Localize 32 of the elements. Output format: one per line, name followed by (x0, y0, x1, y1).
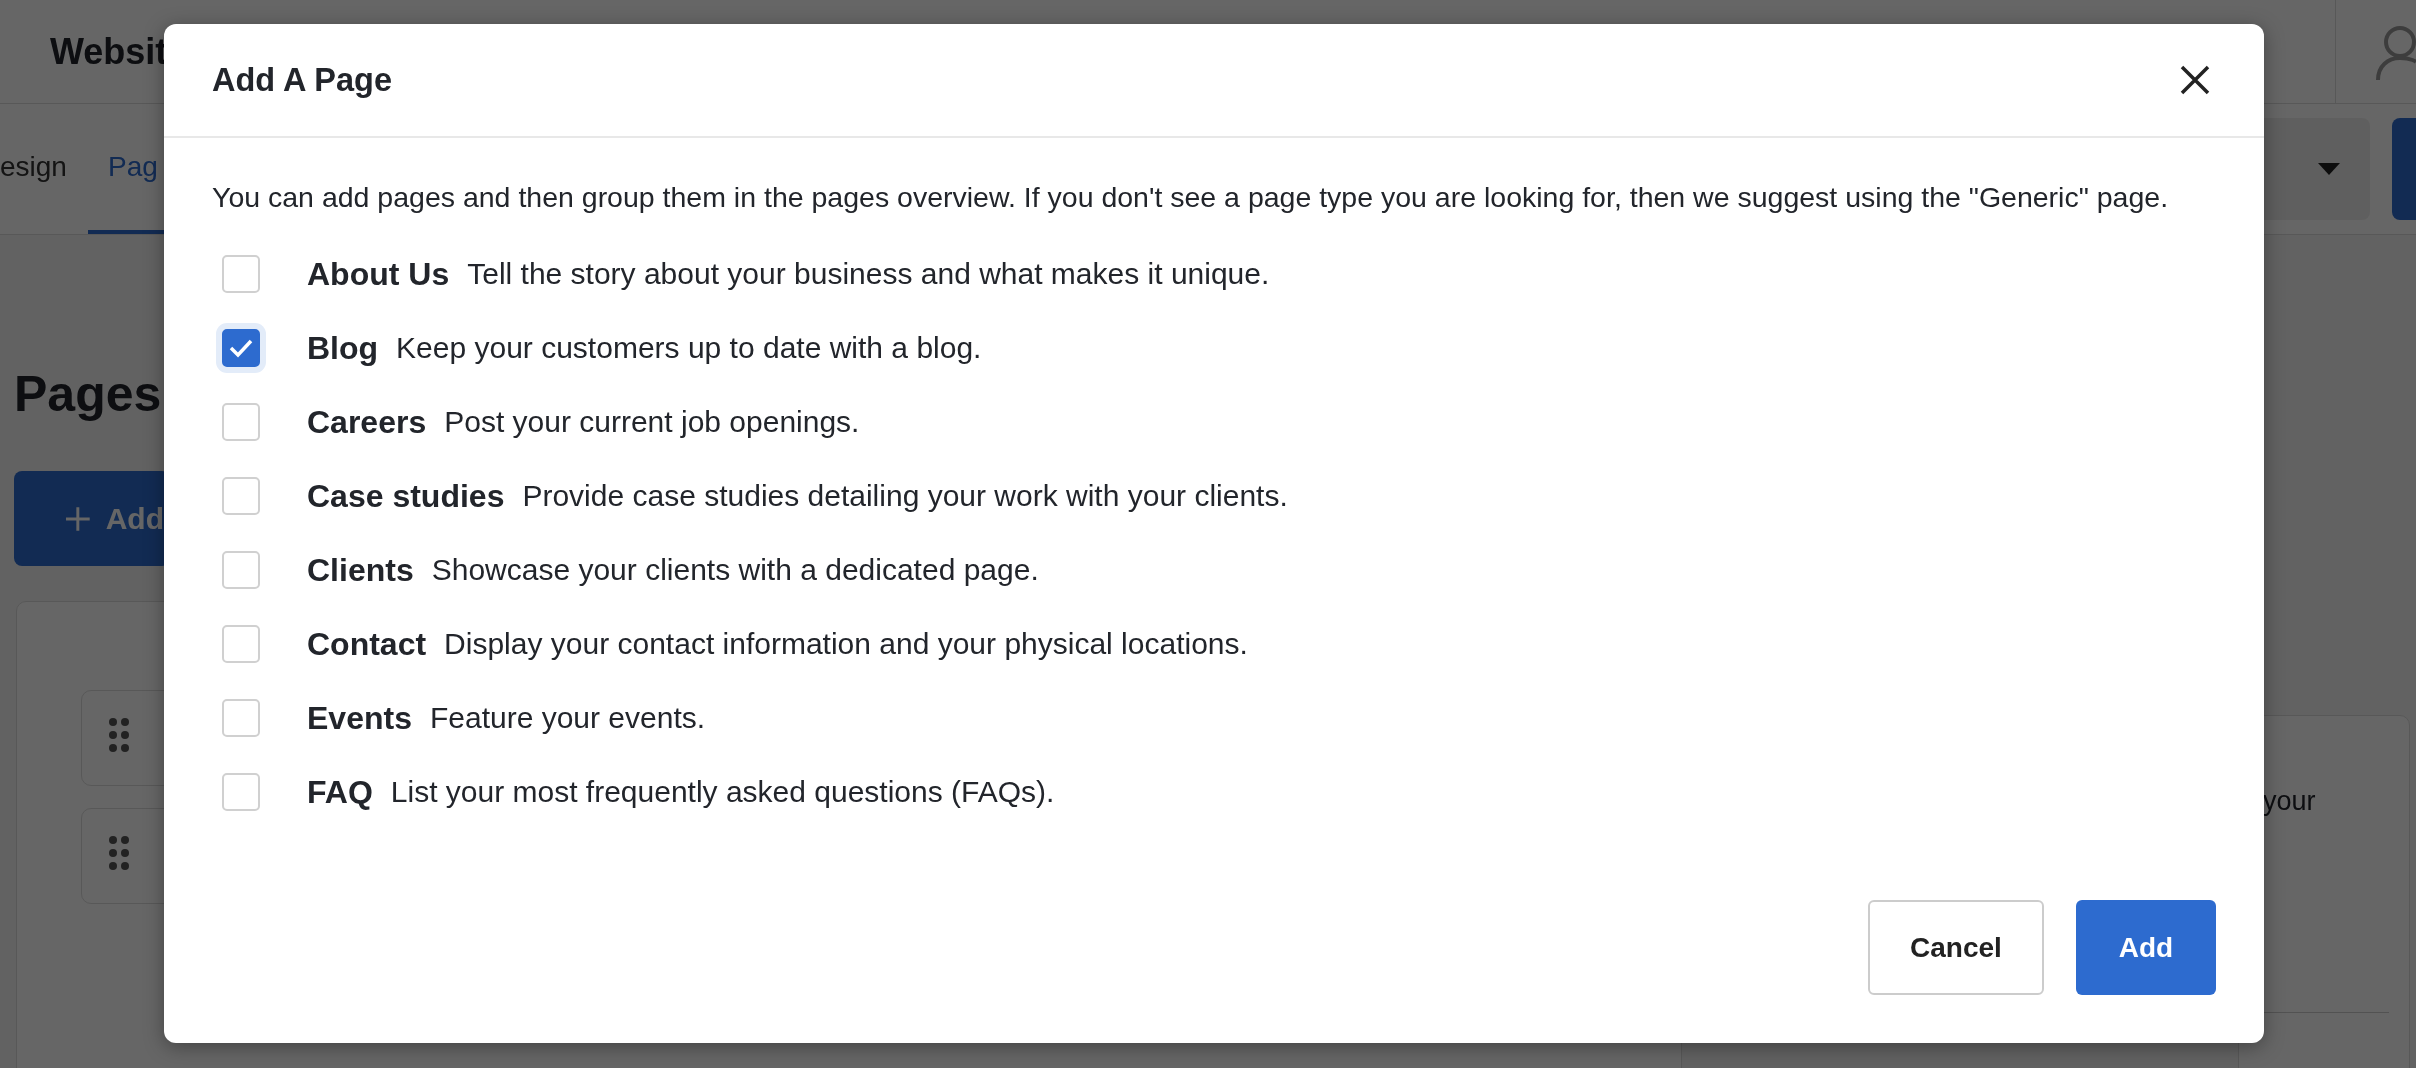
option-name: Case studies (307, 477, 505, 515)
option-name: Events (307, 699, 412, 737)
option-name: Contact (307, 625, 427, 663)
option-name: FAQ (307, 773, 373, 811)
close-button[interactable] (2180, 65, 2210, 95)
check-icon (229, 338, 253, 358)
option-description: Display your contact information and your physical locations. (444, 627, 1248, 661)
intro-text: You can add pages and then group them in the pages overview. If you don't see a page type you are looking for, then we suggest using the "Generic" page. (212, 183, 2170, 211)
cancel-button[interactable]: Cancel (1868, 900, 2044, 995)
drag-handle-icon[interactable] (108, 717, 130, 753)
close-icon (2180, 65, 2210, 95)
drag-handle-icon[interactable] (108, 835, 130, 871)
option-description: Provide case studies detailing your work with your clients. (522, 479, 1288, 513)
option-name: Careers (307, 403, 427, 441)
option-description: Tell the story about your business and what makes it unique. (467, 257, 1270, 291)
site-title: Websit (50, 30, 168, 73)
caret-icon (2318, 163, 2340, 175)
option-description: Keep your customers up to date with a blog. (396, 331, 982, 365)
action-button[interactable] (2392, 118, 2416, 220)
add-button[interactable]: Add (2076, 900, 2216, 995)
option-description: Showcase your clients with a dedicated page. (431, 553, 1039, 587)
option-description: Feature your events. (429, 701, 706, 735)
option-name: Clients (307, 551, 414, 589)
option-description: Post your current job openings. (444, 405, 860, 439)
option-name: Blog (307, 329, 379, 367)
dialog-title: Add A Page (212, 61, 392, 99)
nav-tab[interactable]: esign (0, 104, 88, 234)
option-name: About Us (307, 255, 450, 293)
page-heading: Pages (14, 365, 162, 424)
option-description: List your most frequently asked questions (FAQs). (390, 775, 1055, 809)
plus-icon (64, 504, 92, 533)
side-text: your (2263, 786, 2316, 817)
